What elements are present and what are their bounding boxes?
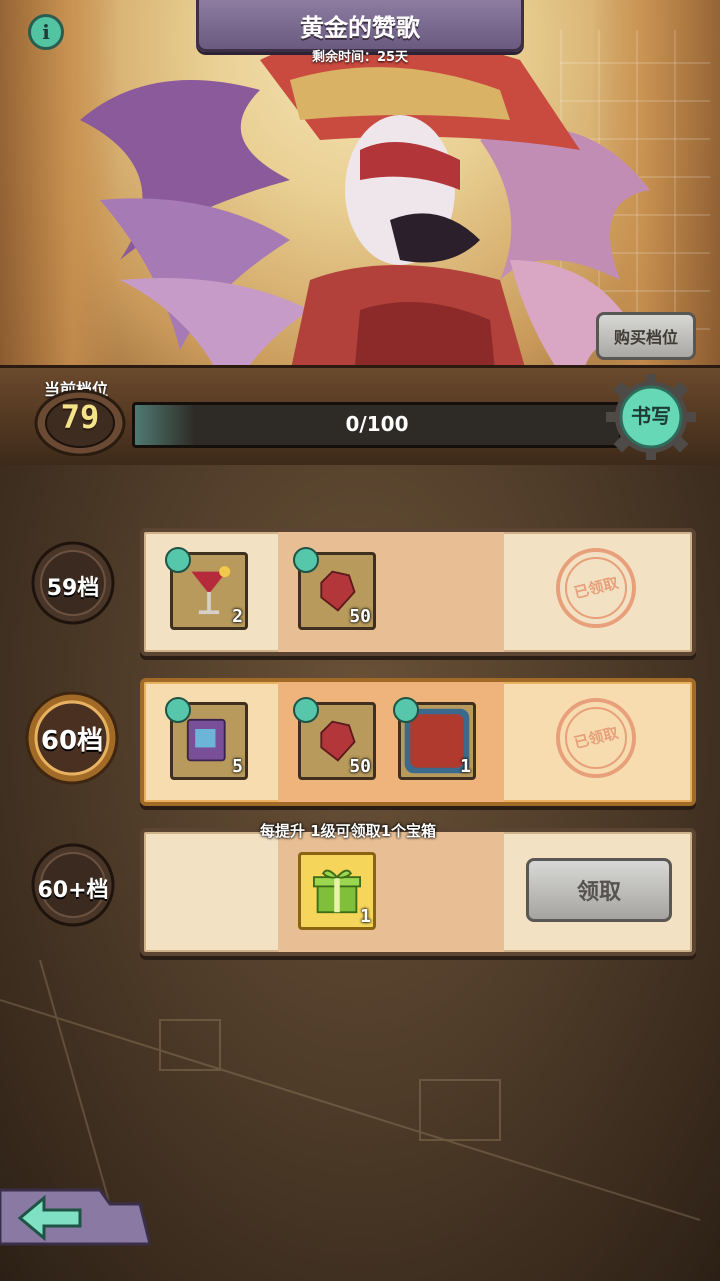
reward-item[interactable]: 50 [293, 697, 376, 780]
tier-hint: 每提升 1级可领取1个宝箱 [259, 822, 437, 840]
info-icon[interactable]: i [28, 14, 64, 50]
tier-label: 60+档 [37, 878, 109, 903]
item-count: 2 [232, 606, 243, 627]
item-count: 50 [349, 606, 371, 627]
reward-item[interactable]: 50 [293, 547, 376, 630]
buy-tier-button[interactable]: 购买档位 [596, 312, 696, 360]
tier-label: 59档 [46, 576, 100, 601]
tier-label: 60档 [40, 726, 104, 756]
item-count: 1 [460, 756, 471, 777]
reward-item[interactable]: 1 [393, 697, 476, 780]
write-button-label[interactable]: 书写 [606, 400, 696, 429]
checkmark-icon [393, 697, 419, 723]
page-title: 黄金的赞歌 [300, 14, 420, 42]
item-count: 1 [360, 906, 371, 927]
back-arrow-icon[interactable] [0, 1184, 150, 1254]
checkmark-icon [165, 697, 191, 723]
checkmark-icon [293, 697, 319, 723]
item-count: 5 [232, 756, 243, 777]
remaining-time: 剩余时间：25天 [311, 50, 409, 65]
current-level-number: 79 [60, 398, 100, 436]
reward-item[interactable]: 5 [165, 697, 248, 780]
reward-item[interactable]: 2 [165, 547, 248, 630]
checkmark-icon [293, 547, 319, 573]
claim-button[interactable]: 领取 [526, 858, 672, 922]
item-count: 50 [349, 756, 371, 777]
checkmark-icon [165, 547, 191, 573]
character-portrait [80, 35, 650, 420]
progress-value: 0/100 [345, 412, 409, 436]
battle-pass-screen: 黄金的赞歌 剩余时间：25天 i 购买档位 当前档位 79 0/100 书写 5… [0, 0, 720, 1281]
reward-item[interactable]: 1 [298, 852, 376, 930]
